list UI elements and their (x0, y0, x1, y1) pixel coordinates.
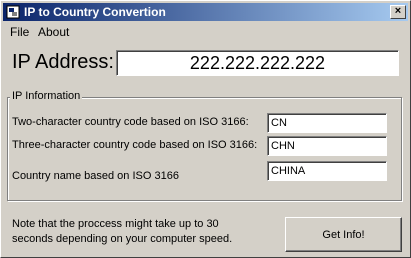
country-name-field[interactable] (267, 161, 387, 181)
app-window: IP to Country Convertion × File About IP… (0, 0, 411, 258)
country-name-label: Country name based on ISO 3166 (12, 170, 179, 182)
close-button[interactable]: × (390, 5, 406, 19)
menu-about[interactable]: About (38, 25, 69, 39)
title-bar[interactable]: IP to Country Convertion × (3, 3, 408, 21)
ip-address-input[interactable] (116, 50, 399, 76)
processing-note: Note that the proccess might take up to … (12, 218, 233, 245)
two-char-code-label: Two-character country code based on ISO … (12, 116, 249, 128)
menu-file[interactable]: File (10, 25, 29, 39)
ip-address-label: IP Address: (12, 51, 114, 73)
menu-bar: File About (3, 22, 408, 41)
three-char-code-label: Three-character country code based on IS… (12, 139, 258, 151)
three-char-code-field[interactable] (267, 136, 387, 156)
app-icon (6, 5, 20, 19)
two-char-code-field[interactable] (267, 113, 387, 133)
ip-information-legend: IP Information (10, 90, 83, 102)
window-title: IP to Country Convertion (24, 5, 166, 19)
get-info-button[interactable]: Get Info! (285, 217, 402, 252)
